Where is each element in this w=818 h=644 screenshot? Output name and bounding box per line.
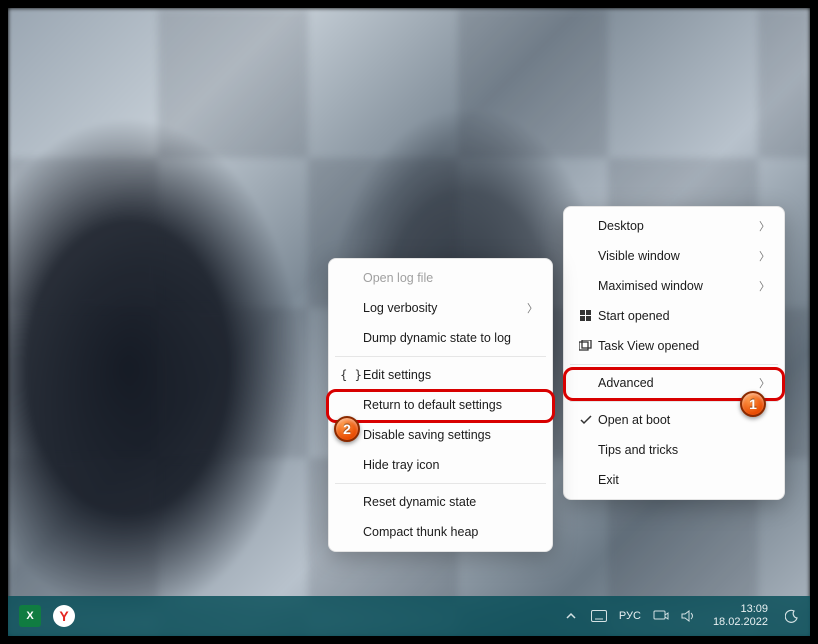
menu-item-label: Compact thunk heap bbox=[363, 525, 538, 539]
menu-item-maximised-window[interactable]: Maximised window 〉 bbox=[564, 271, 784, 301]
menu-item-label: Advanced bbox=[598, 376, 759, 390]
menu-item-hide-tray-icon[interactable]: Hide tray icon bbox=[329, 450, 552, 480]
touch-keyboard-icon[interactable] bbox=[591, 608, 607, 624]
menu-item-label: Tips and tricks bbox=[598, 443, 770, 457]
clock-date: 18.02.2022 bbox=[713, 616, 768, 629]
menu-item-label: Reset dynamic state bbox=[363, 495, 538, 509]
menu-item-label: Edit settings bbox=[363, 368, 538, 382]
context-menu-advanced: Open log file Log verbosity 〉 Dump dynam… bbox=[328, 258, 553, 552]
menu-item-compact-thunk-heap[interactable]: Compact thunk heap bbox=[329, 517, 552, 547]
menu-item-exit[interactable]: Exit bbox=[564, 465, 784, 495]
language-indicator[interactable]: РУС bbox=[619, 610, 641, 622]
taskbar-app-excel[interactable]: X bbox=[16, 602, 44, 630]
context-menu-main: Desktop 〉 Visible window 〉 Maximised win… bbox=[563, 206, 785, 500]
network-icon[interactable] bbox=[653, 608, 669, 624]
menu-item-label: Desktop bbox=[598, 219, 759, 233]
yandex-icon: Y bbox=[53, 605, 75, 627]
menu-item-open-log-file: Open log file bbox=[329, 263, 552, 293]
menu-item-label: Visible window bbox=[598, 249, 759, 263]
menu-item-return-to-default-settings[interactable]: Return to default settings bbox=[329, 390, 552, 420]
menu-item-start-opened[interactable]: Start opened bbox=[564, 301, 784, 331]
menu-item-label: Log verbosity bbox=[363, 301, 527, 315]
menu-item-task-view-opened[interactable]: Task View opened bbox=[564, 331, 784, 361]
menu-item-label: Dump dynamic state to log bbox=[363, 331, 538, 345]
menu-separator bbox=[335, 483, 546, 484]
braces-icon: { } bbox=[339, 368, 363, 382]
task-view-icon bbox=[574, 340, 598, 352]
menu-item-dump-dynamic-state[interactable]: Dump dynamic state to log bbox=[329, 323, 552, 353]
desktop: Desktop 〉 Visible window 〉 Maximised win… bbox=[8, 8, 810, 636]
annotation-badge-2: 2 bbox=[334, 416, 360, 442]
chevron-right-icon: 〉 bbox=[759, 375, 770, 391]
clock-time: 13:09 bbox=[713, 603, 768, 616]
menu-item-label: Return to default settings bbox=[363, 398, 538, 412]
taskbar-app-yandex[interactable]: Y bbox=[50, 602, 78, 630]
menu-item-label: Hide tray icon bbox=[363, 458, 538, 472]
taskbar: X Y РУС bbox=[8, 596, 810, 636]
chevron-right-icon: 〉 bbox=[759, 248, 770, 264]
focus-assist-icon[interactable] bbox=[784, 608, 800, 624]
menu-item-edit-settings[interactable]: { } Edit settings bbox=[329, 360, 552, 390]
excel-icon: X bbox=[19, 605, 41, 627]
menu-item-label: Maximised window bbox=[598, 279, 759, 293]
annotation-badge-1: 1 bbox=[740, 391, 766, 417]
menu-item-label: Open at boot bbox=[598, 413, 770, 427]
check-icon bbox=[574, 415, 598, 425]
menu-item-label: Open log file bbox=[363, 271, 538, 285]
taskbar-clock[interactable]: 13:09 18.02.2022 bbox=[709, 603, 772, 628]
menu-item-disable-saving-settings[interactable]: Disable saving settings bbox=[329, 420, 552, 450]
menu-item-visible-window[interactable]: Visible window 〉 bbox=[564, 241, 784, 271]
menu-item-label: Start opened bbox=[598, 309, 770, 323]
menu-item-desktop[interactable]: Desktop 〉 bbox=[564, 211, 784, 241]
menu-item-label: Disable saving settings bbox=[363, 428, 538, 442]
menu-item-label: Exit bbox=[598, 473, 770, 487]
menu-item-tips-and-tricks[interactable]: Tips and tricks bbox=[564, 435, 784, 465]
menu-separator bbox=[335, 356, 546, 357]
chevron-right-icon: 〉 bbox=[759, 218, 770, 234]
chevron-right-icon: 〉 bbox=[527, 300, 538, 316]
menu-item-reset-dynamic-state[interactable]: Reset dynamic state bbox=[329, 487, 552, 517]
menu-item-log-verbosity[interactable]: Log verbosity 〉 bbox=[329, 293, 552, 323]
menu-separator bbox=[570, 364, 778, 365]
menu-item-label: Task View opened bbox=[598, 339, 770, 353]
volume-icon[interactable] bbox=[681, 608, 697, 624]
windows-icon bbox=[574, 310, 598, 322]
tray-overflow-icon[interactable] bbox=[563, 608, 579, 624]
chevron-right-icon: 〉 bbox=[759, 278, 770, 294]
